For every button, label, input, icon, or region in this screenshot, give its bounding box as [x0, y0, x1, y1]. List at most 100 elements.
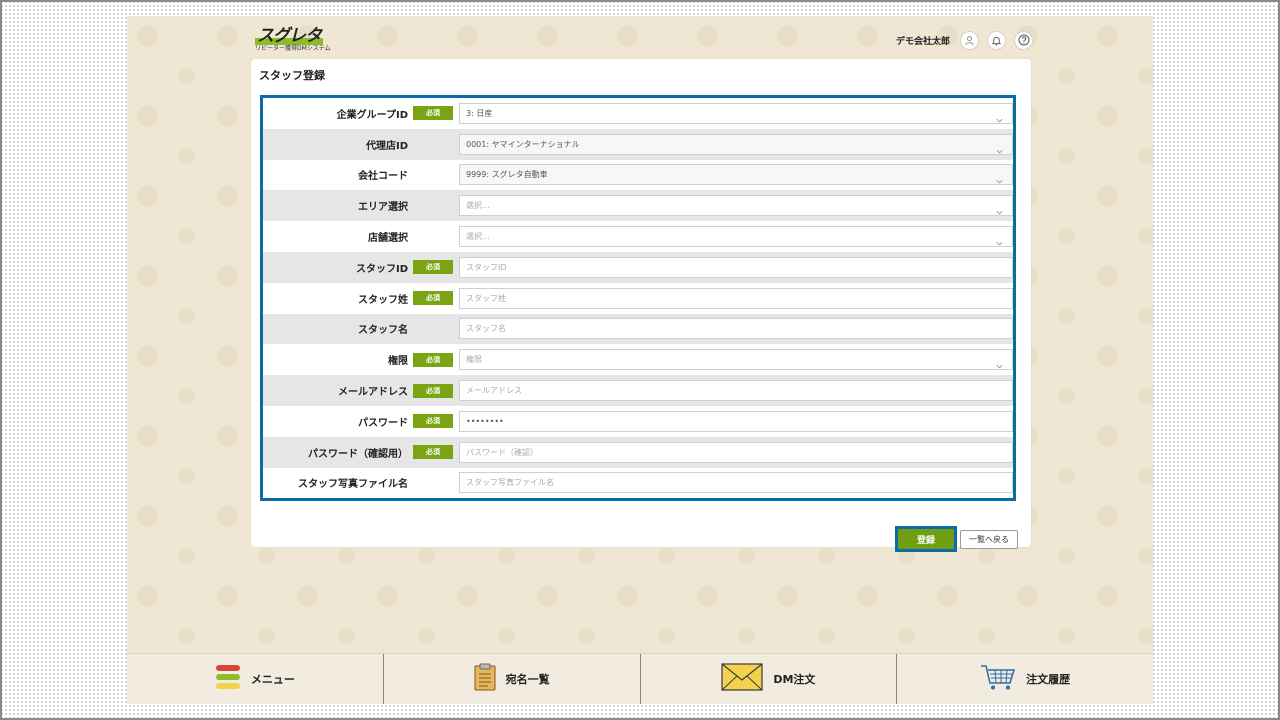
logo-main-text: スグレタ	[255, 26, 323, 46]
form-label-cell: エリア選択	[263, 190, 459, 221]
app-window: スグレタ リピーター獲得DMシステム デモ会社太郎 スタッフ登録 企業グループI…	[127, 16, 1153, 704]
form-label-cell: スタッフ名	[263, 314, 459, 345]
nav-item-menu[interactable]: メニュー	[127, 654, 384, 704]
field-label: 店舗選択	[368, 233, 408, 245]
form-row: パスワード（確認用） 必須 パスワード（確認）	[263, 436, 1013, 468]
field-placeholder: 権限	[466, 355, 482, 365]
field-label: メールアドレス	[338, 387, 408, 399]
form-label-cell: 会社コード	[263, 160, 459, 191]
field-value: 9999: スグレタ自動車	[466, 170, 548, 180]
help-icon[interactable]	[1014, 30, 1033, 50]
field-label: スタッフ写真ファイル名	[298, 479, 408, 491]
chevron-down-icon[interactable]	[995, 110, 1004, 123]
text-field[interactable]: メールアドレス	[459, 380, 1013, 402]
logo-sub-text: リピーター獲得DMシステム	[255, 45, 331, 52]
field-label: スタッフID	[355, 263, 408, 275]
text-field[interactable]: スタッフ姓	[459, 287, 1013, 309]
required-badge: 必須	[413, 445, 453, 460]
select-field[interactable]: 0001: ヤマインターナショナル	[459, 133, 1013, 155]
bell-icon[interactable]	[987, 30, 1006, 50]
nav-label-dm-order: DM注文	[773, 673, 816, 686]
user-name: デモ会社太郎	[895, 36, 950, 47]
text-field[interactable]: スタッフ写真ファイル名	[459, 472, 1013, 494]
chevron-down-icon[interactable]	[995, 233, 1004, 246]
form-label-cell: 権限 必須	[263, 344, 459, 375]
chevron-down-icon[interactable]	[995, 171, 1004, 184]
field-value: 0001: ヤマインターナショナル	[466, 139, 580, 149]
form-label-cell: 代理店ID	[263, 129, 459, 160]
form-row: メールアドレス 必須 メールアドレス	[263, 375, 1013, 406]
required-badge: 必須	[413, 383, 453, 398]
required-badge: 必須	[413, 291, 453, 306]
form-row: パスワード 必須 ••••••••	[263, 406, 1013, 437]
bottom-nav: メニュー 宛名一覧 DM注文 注文履歴	[127, 653, 1153, 704]
header-user-area: デモ会社太郎	[896, 29, 1033, 51]
user-icon[interactable]	[960, 30, 979, 50]
field-label: 権限	[388, 356, 408, 368]
field-label: 会社コード	[358, 171, 408, 183]
form-row: 企業グループID 必須 3: 日産	[263, 98, 1013, 129]
field-placeholder: パスワード（確認）	[466, 447, 538, 457]
select-field[interactable]: 権限	[459, 349, 1013, 371]
required-badge: 必須	[413, 414, 453, 429]
page-title: スタッフ登録	[259, 69, 325, 82]
field-label: スタッフ姓	[358, 294, 408, 306]
text-field[interactable]: パスワード（確認）	[459, 441, 1013, 463]
select-field[interactable]: 9999: スグレタ自動車	[459, 164, 1013, 186]
form-row: 店舗選択 選択...	[263, 221, 1013, 252]
select-field[interactable]: 選択...	[459, 226, 1013, 248]
form-row: スタッフ写真ファイル名 スタッフ写真ファイル名	[263, 468, 1013, 498]
logo[interactable]: スグレタ リピーター獲得DMシステム	[255, 26, 335, 54]
nav-item-address-list[interactable]: 宛名一覧	[384, 654, 641, 704]
select-field[interactable]: 3: 日産	[459, 102, 1013, 124]
field-label: パスワード（確認用）	[308, 448, 408, 460]
field-placeholder: 選択...	[466, 232, 490, 242]
required-badge: 必須	[413, 260, 453, 275]
back-to-list-button[interactable]: 一覧へ戻る	[960, 530, 1018, 549]
form-label-cell: スタッフID 必須	[263, 252, 459, 283]
form-label-cell: 企業グループID 必須	[263, 98, 459, 129]
nav-item-order-history[interactable]: 注文履歴	[897, 654, 1153, 704]
nav-label-menu: メニュー	[250, 673, 295, 686]
register-button[interactable]: 登録	[895, 526, 957, 552]
cart-icon	[980, 663, 1016, 695]
field-value: 3: 日産	[466, 108, 493, 118]
form-label-cell: スタッフ姓 必須	[263, 283, 459, 314]
select-field[interactable]: 選択...	[459, 195, 1013, 217]
form-row: スタッフID 必須 スタッフID	[263, 251, 1013, 283]
form-label-cell: パスワード（確認用） 必須	[263, 437, 459, 468]
field-placeholder: スタッフ名	[466, 324, 506, 334]
nav-label-address-list: 宛名一覧	[505, 673, 550, 686]
form-row: スタッフ名 スタッフ名	[263, 313, 1013, 345]
chevron-down-icon[interactable]	[995, 356, 1004, 369]
password-field[interactable]: ••••••••	[459, 410, 1013, 432]
required-badge: 必須	[413, 106, 453, 121]
staff-form: 企業グループID 必須 3: 日産代理店ID 0001: ヤマインターナショナル会社コ…	[260, 95, 1016, 501]
envelope-icon	[721, 663, 763, 695]
field-placeholder: 選択...	[466, 201, 490, 211]
text-field[interactable]: スタッフ名	[459, 318, 1013, 340]
staff-registration-card: スタッフ登録 企業グループID 必須 3: 日産代理店ID 0001: ヤマインターナ…	[251, 59, 1031, 552]
field-label: 代理店ID	[365, 140, 408, 152]
field-label: エリア選択	[358, 202, 408, 214]
form-label-cell: メールアドレス 必須	[263, 375, 459, 406]
field-label: 企業グループID	[336, 109, 408, 121]
chevron-down-icon[interactable]	[995, 141, 1004, 154]
form-row: 代理店ID 0001: ヤマインターナショナル	[263, 128, 1013, 160]
field-value: ••••••••	[466, 416, 504, 426]
menu-icon	[215, 663, 241, 695]
field-placeholder: スタッフ姓	[466, 293, 506, 303]
field-label: スタッフ名	[358, 325, 408, 337]
form-row: エリア選択 選択...	[263, 190, 1013, 222]
field-placeholder: メールアドレス	[466, 386, 522, 396]
nav-label-order-history: 注文履歴	[1026, 673, 1071, 686]
form-label-cell: スタッフ写真ファイル名	[263, 468, 459, 498]
field-placeholder: スタッフ写真ファイル名	[466, 478, 554, 488]
chevron-down-icon[interactable]	[995, 202, 1004, 215]
form-row: スタッフ姓 必須 スタッフ姓	[263, 283, 1013, 314]
nav-item-dm-order[interactable]: DM注文	[641, 654, 898, 704]
text-field[interactable]: スタッフID	[459, 256, 1013, 278]
form-label-cell: パスワード 必須	[263, 406, 459, 437]
form-row: 会社コード 9999: スグレタ自動車	[263, 160, 1013, 191]
form-row: 権限 必須 権限	[263, 344, 1013, 375]
